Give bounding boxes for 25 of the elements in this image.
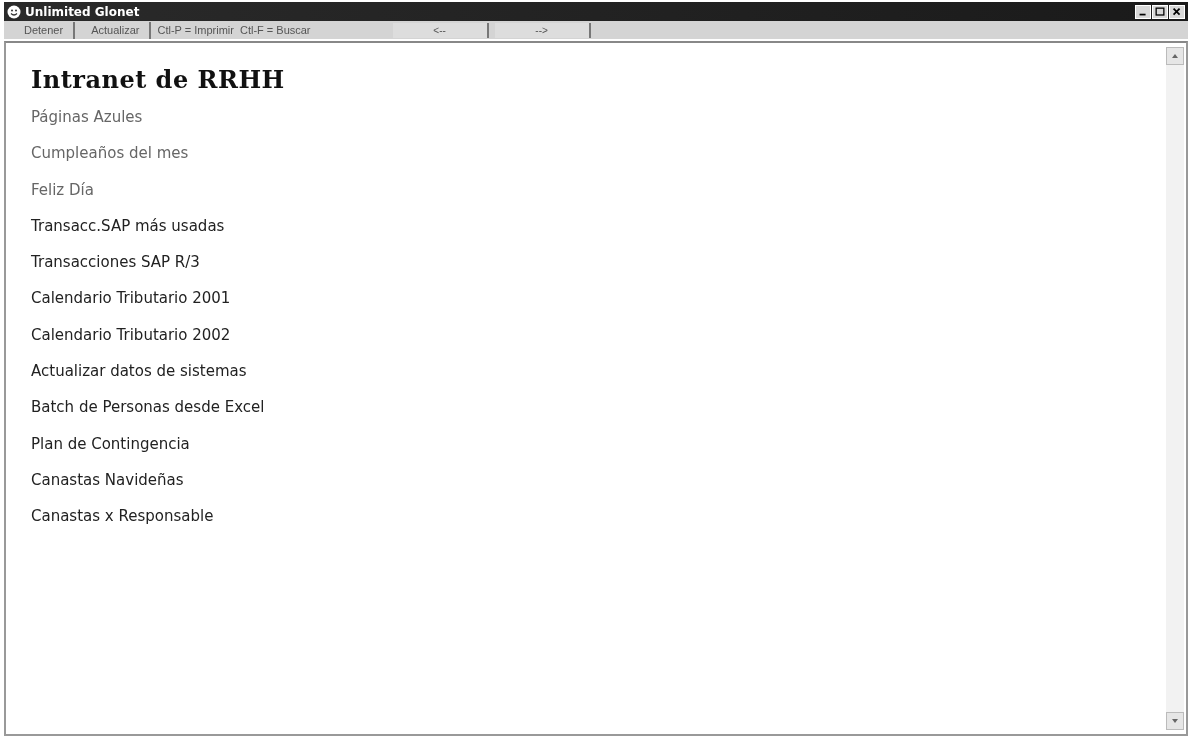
- maximize-icon[interactable]: [1152, 4, 1168, 19]
- shortcut-hint: Ctl-F = Buscar: [239, 24, 311, 36]
- page-link[interactable]: Calendario Tributario 2001: [31, 285, 231, 322]
- close-icon[interactable]: [1169, 4, 1185, 19]
- scroll-bar[interactable]: [1166, 47, 1184, 730]
- scroll-up-icon[interactable]: [1166, 47, 1184, 65]
- page-link[interactable]: Canastas Navideñas: [31, 466, 184, 504]
- nav-button[interactable]: <--: [392, 22, 489, 38]
- page-link[interactable]: Batch de Personas desde Excel: [31, 394, 265, 431]
- page-link[interactable]: Transacc.SAP más usadas: [31, 212, 225, 250]
- smiley-icon: [7, 4, 21, 19]
- page-link[interactable]: Páginas Azules: [31, 104, 143, 141]
- minimize-icon[interactable]: [1135, 4, 1151, 19]
- nav-button[interactable]: -->: [494, 22, 591, 38]
- window-title: Unlimited Glonet: [25, 4, 140, 19]
- page-link[interactable]: Calendario Tributario 2002: [31, 321, 231, 359]
- scroll-down-icon[interactable]: [1166, 712, 1184, 730]
- page-heading: Intranet de RRHH: [31, 65, 285, 94]
- shortcut-hint: Ctl-P = Imprimir: [157, 24, 234, 36]
- page-link[interactable]: Feliz Día: [31, 176, 94, 213]
- page-link[interactable]: Transacciones SAP R/3: [31, 249, 200, 286]
- page-link[interactable]: Actualizar datos de sistemas: [31, 358, 247, 395]
- page-link[interactable]: Plan de Contingencia: [31, 430, 190, 467]
- page-link[interactable]: Canastas x Responsable: [31, 503, 214, 540]
- page-link[interactable]: Cumpleaños del mes: [31, 140, 189, 177]
